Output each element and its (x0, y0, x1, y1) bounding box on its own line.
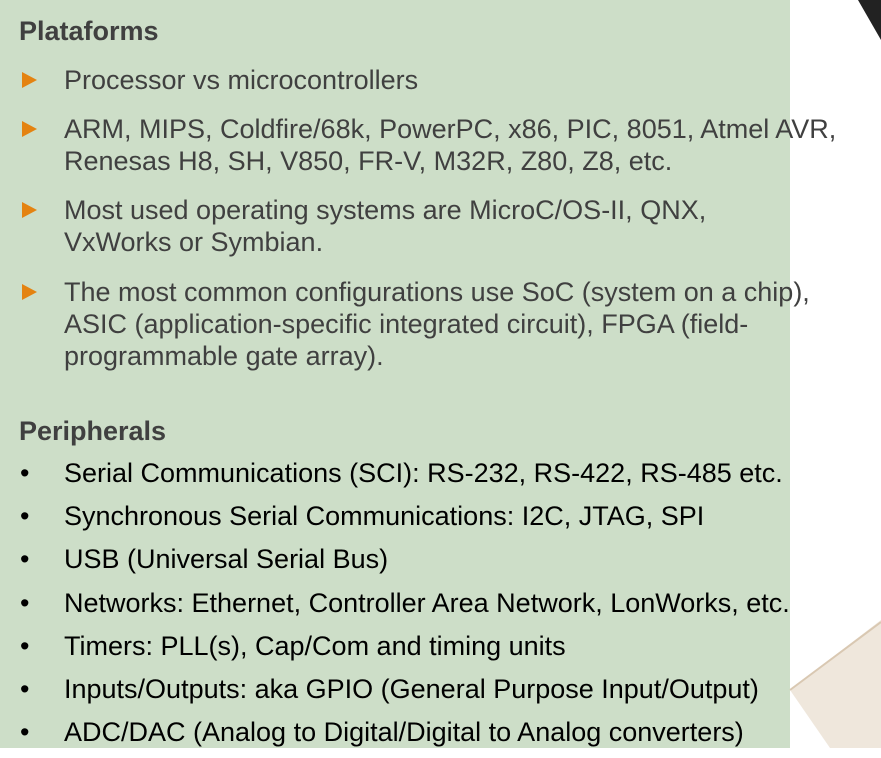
arrow-bullet-icon (22, 202, 37, 218)
arrow-bullet-icon (22, 72, 37, 88)
list-item-text: Serial Communications (SCI): RS-232, RS-… (64, 458, 783, 488)
bullet-dot-icon: • (20, 544, 30, 575)
list-item-text: Timers: PLL(s), Cap/Com and timing units (64, 630, 566, 661)
bullet-dot-icon: • (20, 587, 30, 618)
arrow-bullet-icon (22, 121, 37, 137)
list-item-text: Networks: Ethernet, Controller Area Netw… (64, 587, 790, 618)
platform-item-text: The most common configurations use SoC (… (64, 277, 810, 371)
bullet-dot-icon: • (20, 458, 30, 488)
bullet-dot-icon: • (20, 717, 30, 748)
peripherals-heading: Peripherals (19, 416, 167, 446)
list-item-text: ADC/DAC (Analog to Digital/Digital to An… (64, 717, 744, 748)
platform-item-text: ARM, MIPS, Coldfire/68k, PowerPC, x86, P… (64, 114, 837, 176)
list-item-text: USB (Universal Serial Bus) (64, 544, 389, 575)
arrow-bullet-icon (22, 284, 37, 300)
decor-light-wedge (790, 620, 881, 748)
list-item-text: Synchronous Serial Communications: I2C, … (64, 501, 705, 532)
bullet-dot-icon: • (20, 501, 30, 532)
bullet-dot-icon: • (20, 630, 30, 661)
list-item-text: Inputs/Outputs: aka GPIO (General Purpos… (64, 673, 759, 704)
bullet-dot-icon: • (20, 673, 30, 704)
platform-item-text: Processor vs microcontrollers (64, 65, 419, 95)
decor-dark-sliver (858, 0, 881, 40)
platform-item-text: Most used operating systems are MicroC/O… (64, 195, 707, 257)
platforms-heading: Plataforms (19, 16, 159, 46)
